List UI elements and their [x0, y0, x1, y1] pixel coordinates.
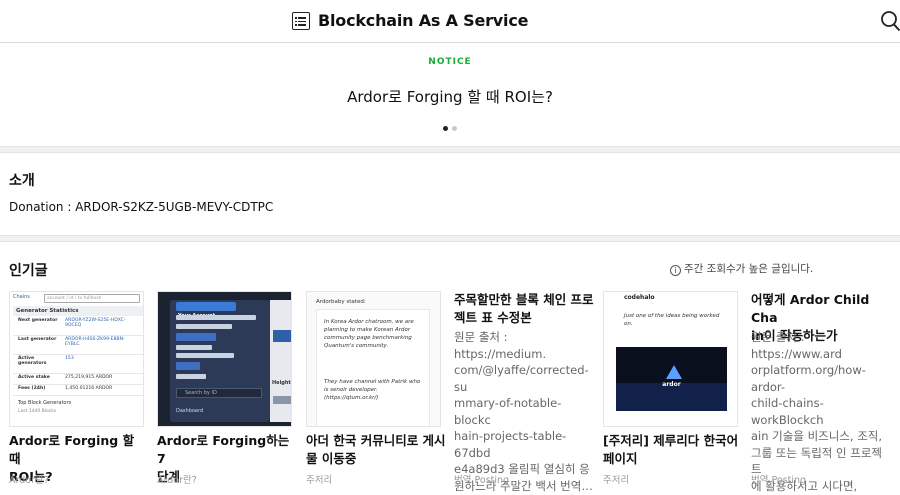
thumb-heading: Generator Statistics	[13, 306, 143, 316]
post-title[interactable]: 주목할만한 블록 체인 프로 젝트 표 수정본	[454, 291, 594, 327]
post-card[interactable]: codehalo Just one of the ideas being wor…	[603, 291, 738, 491]
thumb-row: Last generator ARDOR-H4S6-ZK99-E8BN-EYBLC	[13, 337, 143, 355]
post-thumbnail[interactable]: codehalo Just one of the ideas being wor…	[603, 291, 738, 427]
post-thumbnail[interactable]: Your Account Search by ID Dashboard Heig…	[157, 291, 292, 427]
search-icon[interactable]	[880, 10, 900, 32]
thumb-search: Search by ID	[176, 388, 262, 398]
thumb-text: Just one of the ideas being worked on.	[624, 313, 720, 327]
post-category[interactable]: 번역 Posting	[454, 472, 509, 486]
thumb-row-value: 1,450.01216 ARDOR	[65, 386, 113, 391]
thumb-height: Height	[272, 380, 291, 386]
section-divider	[0, 235, 900, 242]
thumb-author: codehalo	[624, 294, 655, 301]
thumb-row-label: Active stake	[18, 375, 50, 380]
site-title[interactable]: Blockchain As A Service	[318, 11, 528, 30]
post-thumbnail[interactable]: Ardorbaby stated: In Korea Ardor chatroo…	[306, 291, 441, 427]
thumb-footer: Top Block Generators	[18, 400, 72, 406]
post-thumbnail[interactable]: Chains account / id / tx fullhash Genera…	[9, 291, 144, 427]
site-header: Blockchain As A Service	[0, 0, 900, 43]
thumb-row: Fees (24h) 1,450.01216 ARDOR	[13, 386, 143, 396]
thumb-footer-sub: Last 1440 Blocks	[18, 409, 57, 414]
thumb-row-label: Next generator	[18, 318, 58, 323]
thumb-row-value: ARDOR-H4S6-ZK99-E8BN-EYBLC	[65, 337, 125, 347]
thumb-search-text: account / id / tx fullhash	[47, 296, 102, 301]
notice-label: NOTICE	[428, 57, 472, 67]
post-card[interactable]: Ardorbaby stated: In Korea Ardor chatroo…	[306, 291, 446, 491]
notice-carousel: NOTICE Ardor로 Forging 할 때 ROI는?	[0, 44, 900, 146]
thumb-row-label: Last generator	[18, 337, 57, 342]
thumb-search: account / id / tx fullhash	[44, 294, 140, 303]
thumb-quote: In Korea Ardor chatroom, we are planning…	[316, 309, 430, 426]
post-category[interactable]: Ardor란?	[157, 472, 197, 486]
thumb-row-label: Active generators	[18, 356, 47, 366]
post-title[interactable]: [주저리] 제루리다 한국어 페이지	[603, 432, 743, 468]
info-icon: i	[670, 265, 681, 276]
post-category[interactable]: Ardor란?	[9, 472, 49, 486]
thumb-row: Active generators 153	[13, 356, 143, 374]
thumb-row: Active stake 275,219,915 ARDOR	[13, 375, 143, 385]
post-title[interactable]: 아더 한국 커뮤니티로 게시 물 이동중	[306, 432, 446, 468]
carousel-dot-active[interactable]	[443, 126, 448, 131]
thumb-row-value: ARDOR-YZ2W-S25E-HDXC-9QCEQ	[65, 318, 126, 328]
popular-note: i 주간 조회수가 높은 글입니다.	[670, 261, 813, 276]
donation-text: Donation : ARDOR-S2KZ-5UGB-MEVY-CDTPC	[9, 200, 274, 214]
thumb-quote-text: In Korea Ardor chatroom, we are planning…	[324, 319, 414, 349]
notice-title[interactable]: Ardor로 Forging 할 때 ROI는?	[0, 86, 900, 107]
thumb-panel-head: Your Account	[176, 302, 236, 319]
intro-heading: 소개	[9, 173, 35, 189]
thumb-row-value: 275,219,915 ARDOR	[65, 375, 113, 380]
thumb-dashboard: Dashboard	[176, 408, 204, 414]
ardor-logo-icon	[666, 365, 682, 379]
thumb-author: Ardorbaby stated:	[316, 299, 366, 305]
post-card[interactable]: 주목할만한 블록 체인 프로 젝트 표 수정본 원문 출처 : https://…	[454, 291, 594, 493]
popular-heading: 인기글	[9, 263, 48, 279]
post-card[interactable]: 어떻게 Ardor Child Cha in이 작동하는가 원문 출처 : ht…	[751, 291, 886, 493]
post-category[interactable]: 주저리	[603, 472, 629, 486]
popular-note-text: 주간 조회수가 높은 글입니다.	[684, 263, 814, 275]
post-excerpt[interactable]: 원문 출처 : https://medium. com/@lyaffe/corr…	[454, 329, 594, 494]
thumb-panel: Your Account Search by ID Dashboard	[170, 300, 270, 422]
post-category[interactable]: 번역 Posting	[751, 472, 806, 486]
ardor-banner: ardor	[616, 347, 727, 411]
carousel-dots	[0, 126, 900, 131]
post-card[interactable]: Your Account Search by ID Dashboard Heig…	[157, 291, 292, 491]
thumb-row: Next generator ARDOR-YZ2W-S25E-HDXC-9QCEQ	[13, 318, 143, 336]
thumb-tab: Chains	[13, 294, 30, 300]
ardor-logo-text: ardor	[662, 381, 681, 388]
carousel-dot[interactable]	[452, 126, 457, 131]
list-icon[interactable]	[292, 12, 310, 30]
thumb-side: Height	[270, 300, 291, 422]
post-category[interactable]: 주저리	[306, 472, 332, 486]
thumb-row-label: Fees (24h)	[18, 386, 46, 391]
thumb-row-value: 153	[65, 356, 74, 361]
post-excerpt[interactable]: 원문 출처 : https://www.ard orplatform.org/h…	[751, 329, 891, 495]
section-divider	[0, 146, 900, 153]
thumb-quote-text: They have channel with Patrik who is sen…	[324, 379, 421, 401]
post-card[interactable]: Chains account / id / tx fullhash Genera…	[9, 291, 144, 491]
